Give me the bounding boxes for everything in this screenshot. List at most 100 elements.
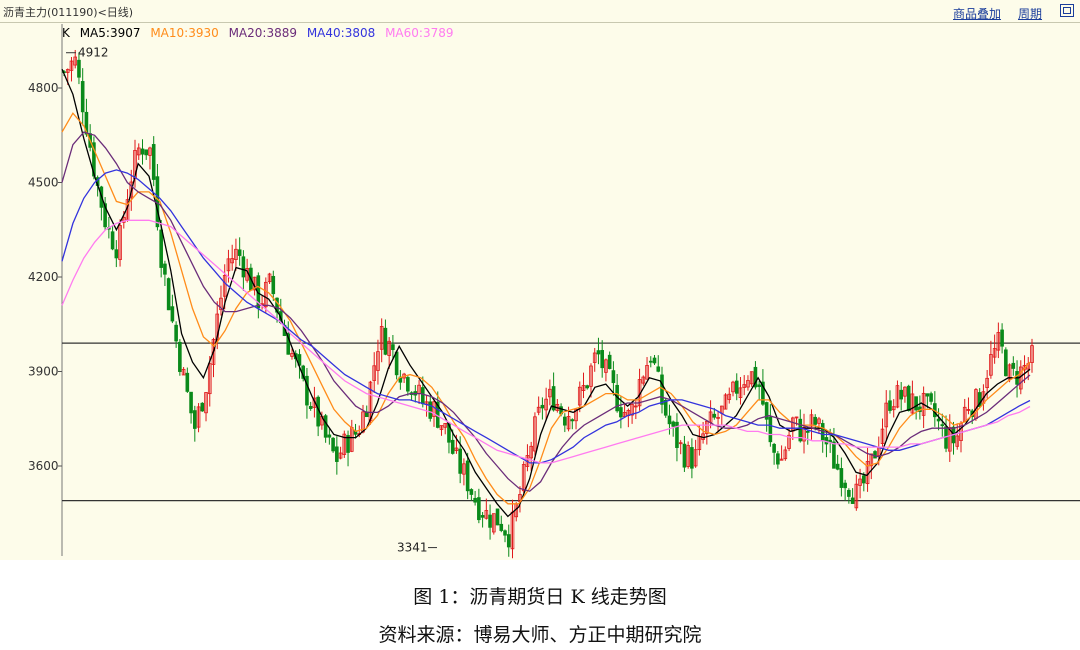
candlestick bbox=[757, 380, 761, 401]
candlestick bbox=[697, 425, 702, 456]
chart-area: 3600 3900 4200 4500 4800 4912 3341 bbox=[0, 0, 1080, 560]
candlestick bbox=[181, 367, 186, 376]
candlestick bbox=[492, 513, 496, 535]
period-link[interactable]: 周期 bbox=[1018, 5, 1042, 22]
candlestick bbox=[428, 395, 433, 422]
legend-ma5: MA5:3907 bbox=[79, 26, 141, 40]
candlestick bbox=[495, 508, 500, 526]
candlestick bbox=[144, 149, 149, 160]
candlestick bbox=[974, 388, 978, 421]
candlestick bbox=[570, 418, 575, 430]
candlestick bbox=[749, 371, 754, 387]
candlestick bbox=[308, 401, 313, 411]
candlestick bbox=[506, 524, 511, 557]
candlestick bbox=[462, 458, 466, 486]
candlestick bbox=[918, 395, 922, 420]
candlestick bbox=[667, 404, 672, 435]
candlestick bbox=[477, 488, 481, 524]
candlestick bbox=[914, 396, 918, 420]
ma-line-ma20 bbox=[61, 131, 1031, 492]
candlestick bbox=[820, 419, 825, 453]
candlestick bbox=[585, 384, 590, 390]
y-tick-label: 4500 bbox=[28, 176, 59, 190]
candlestick bbox=[888, 390, 892, 414]
candlestick bbox=[895, 380, 900, 409]
candlestick bbox=[331, 437, 335, 453]
candlestick bbox=[592, 347, 597, 372]
candlestick bbox=[719, 405, 724, 426]
candlestick bbox=[563, 413, 567, 433]
candlestick bbox=[118, 219, 122, 267]
candlestick bbox=[921, 386, 926, 429]
candlestick bbox=[518, 486, 522, 513]
candlestick bbox=[189, 391, 193, 424]
candlestick bbox=[652, 354, 657, 365]
figure-caption: 图 1：沥青期货日 K 线走势图 bbox=[413, 586, 667, 608]
candlestick bbox=[805, 429, 810, 445]
candlestick bbox=[596, 337, 601, 365]
candlestick bbox=[151, 136, 156, 187]
candlestick bbox=[746, 375, 750, 391]
candlestick bbox=[200, 402, 205, 412]
candlestick bbox=[525, 444, 530, 472]
candlestick bbox=[693, 439, 698, 468]
candlestick bbox=[402, 372, 406, 384]
candlestick bbox=[645, 357, 649, 380]
candlestick bbox=[499, 515, 504, 533]
candlestick bbox=[839, 457, 844, 497]
candlestick bbox=[488, 504, 492, 540]
candlestick bbox=[1000, 323, 1004, 354]
candlestick bbox=[880, 418, 885, 448]
candlestick bbox=[843, 479, 847, 501]
candlestick bbox=[80, 68, 85, 126]
candlestick bbox=[372, 352, 377, 393]
candlestick bbox=[480, 512, 485, 528]
candlestick bbox=[114, 240, 119, 268]
candlestick bbox=[234, 238, 238, 271]
candlestick bbox=[854, 474, 859, 511]
candlestick bbox=[204, 392, 208, 422]
candlestick bbox=[962, 398, 967, 423]
candlestick bbox=[379, 318, 384, 363]
candlestick bbox=[406, 375, 410, 396]
candlestick bbox=[533, 412, 537, 456]
candlestick bbox=[338, 446, 343, 460]
candlestick bbox=[540, 397, 545, 420]
candlestick bbox=[140, 139, 145, 165]
candlestick bbox=[604, 358, 608, 382]
candlestick bbox=[1011, 356, 1016, 376]
candlestick bbox=[742, 375, 747, 396]
candlestick bbox=[607, 351, 612, 370]
candlestick bbox=[484, 498, 489, 520]
window-restore-icon[interactable] bbox=[1060, 4, 1074, 17]
candlestick bbox=[383, 319, 388, 356]
candlestick bbox=[600, 340, 604, 378]
legend-ma60: MA60:3789 bbox=[385, 26, 454, 40]
candlestick bbox=[178, 339, 182, 376]
candlestick bbox=[660, 366, 664, 414]
candlestick bbox=[682, 435, 687, 472]
candlestick bbox=[1015, 360, 1019, 398]
candlestick bbox=[267, 272, 272, 284]
candlestick bbox=[1004, 347, 1008, 377]
candlestick bbox=[869, 453, 874, 480]
candlestick bbox=[548, 379, 552, 406]
candlestick bbox=[850, 488, 855, 504]
candlestick bbox=[555, 398, 560, 413]
candlestick bbox=[136, 143, 141, 160]
candlestick bbox=[944, 415, 948, 453]
commodity-overlay-link[interactable]: 商品叠加 bbox=[953, 5, 1001, 22]
candlestick bbox=[884, 390, 889, 441]
candlestick bbox=[738, 376, 743, 405]
candlestick bbox=[323, 413, 328, 443]
candlestick bbox=[630, 401, 634, 424]
candlestick bbox=[996, 322, 1001, 359]
candlestick bbox=[69, 57, 74, 82]
candlestick bbox=[611, 361, 616, 396]
candlestick bbox=[824, 429, 829, 458]
candlestick bbox=[723, 393, 728, 410]
legend-ma20: MA20:3889 bbox=[228, 26, 297, 40]
kline-chart: 3600 3900 4200 4500 4800 4912 3341 bbox=[28, 24, 1080, 559]
candlestick bbox=[648, 356, 653, 368]
candlestick bbox=[626, 408, 631, 428]
